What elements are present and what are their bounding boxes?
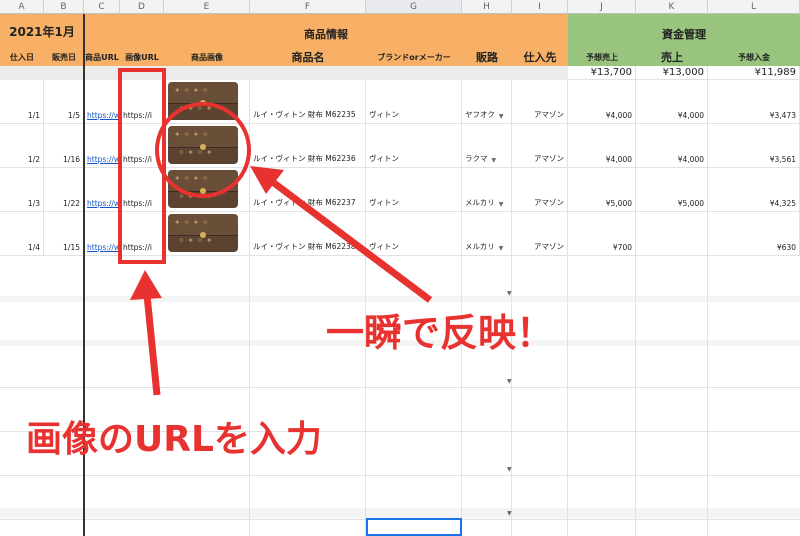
arrow-head — [130, 270, 162, 300]
annotation-reflect: 一瞬で反映！ — [326, 311, 555, 355]
arrow-line — [259, 171, 433, 303]
highlight-circle — [155, 102, 251, 198]
spreadsheet: A B C D E F G H I J K L 2021年1月 商品情報 資金管… — [0, 0, 800, 536]
annotation-input-url: 画像のURLを入力 — [26, 419, 322, 460]
arrow-line — [142, 284, 161, 396]
highlight-box — [118, 68, 166, 264]
